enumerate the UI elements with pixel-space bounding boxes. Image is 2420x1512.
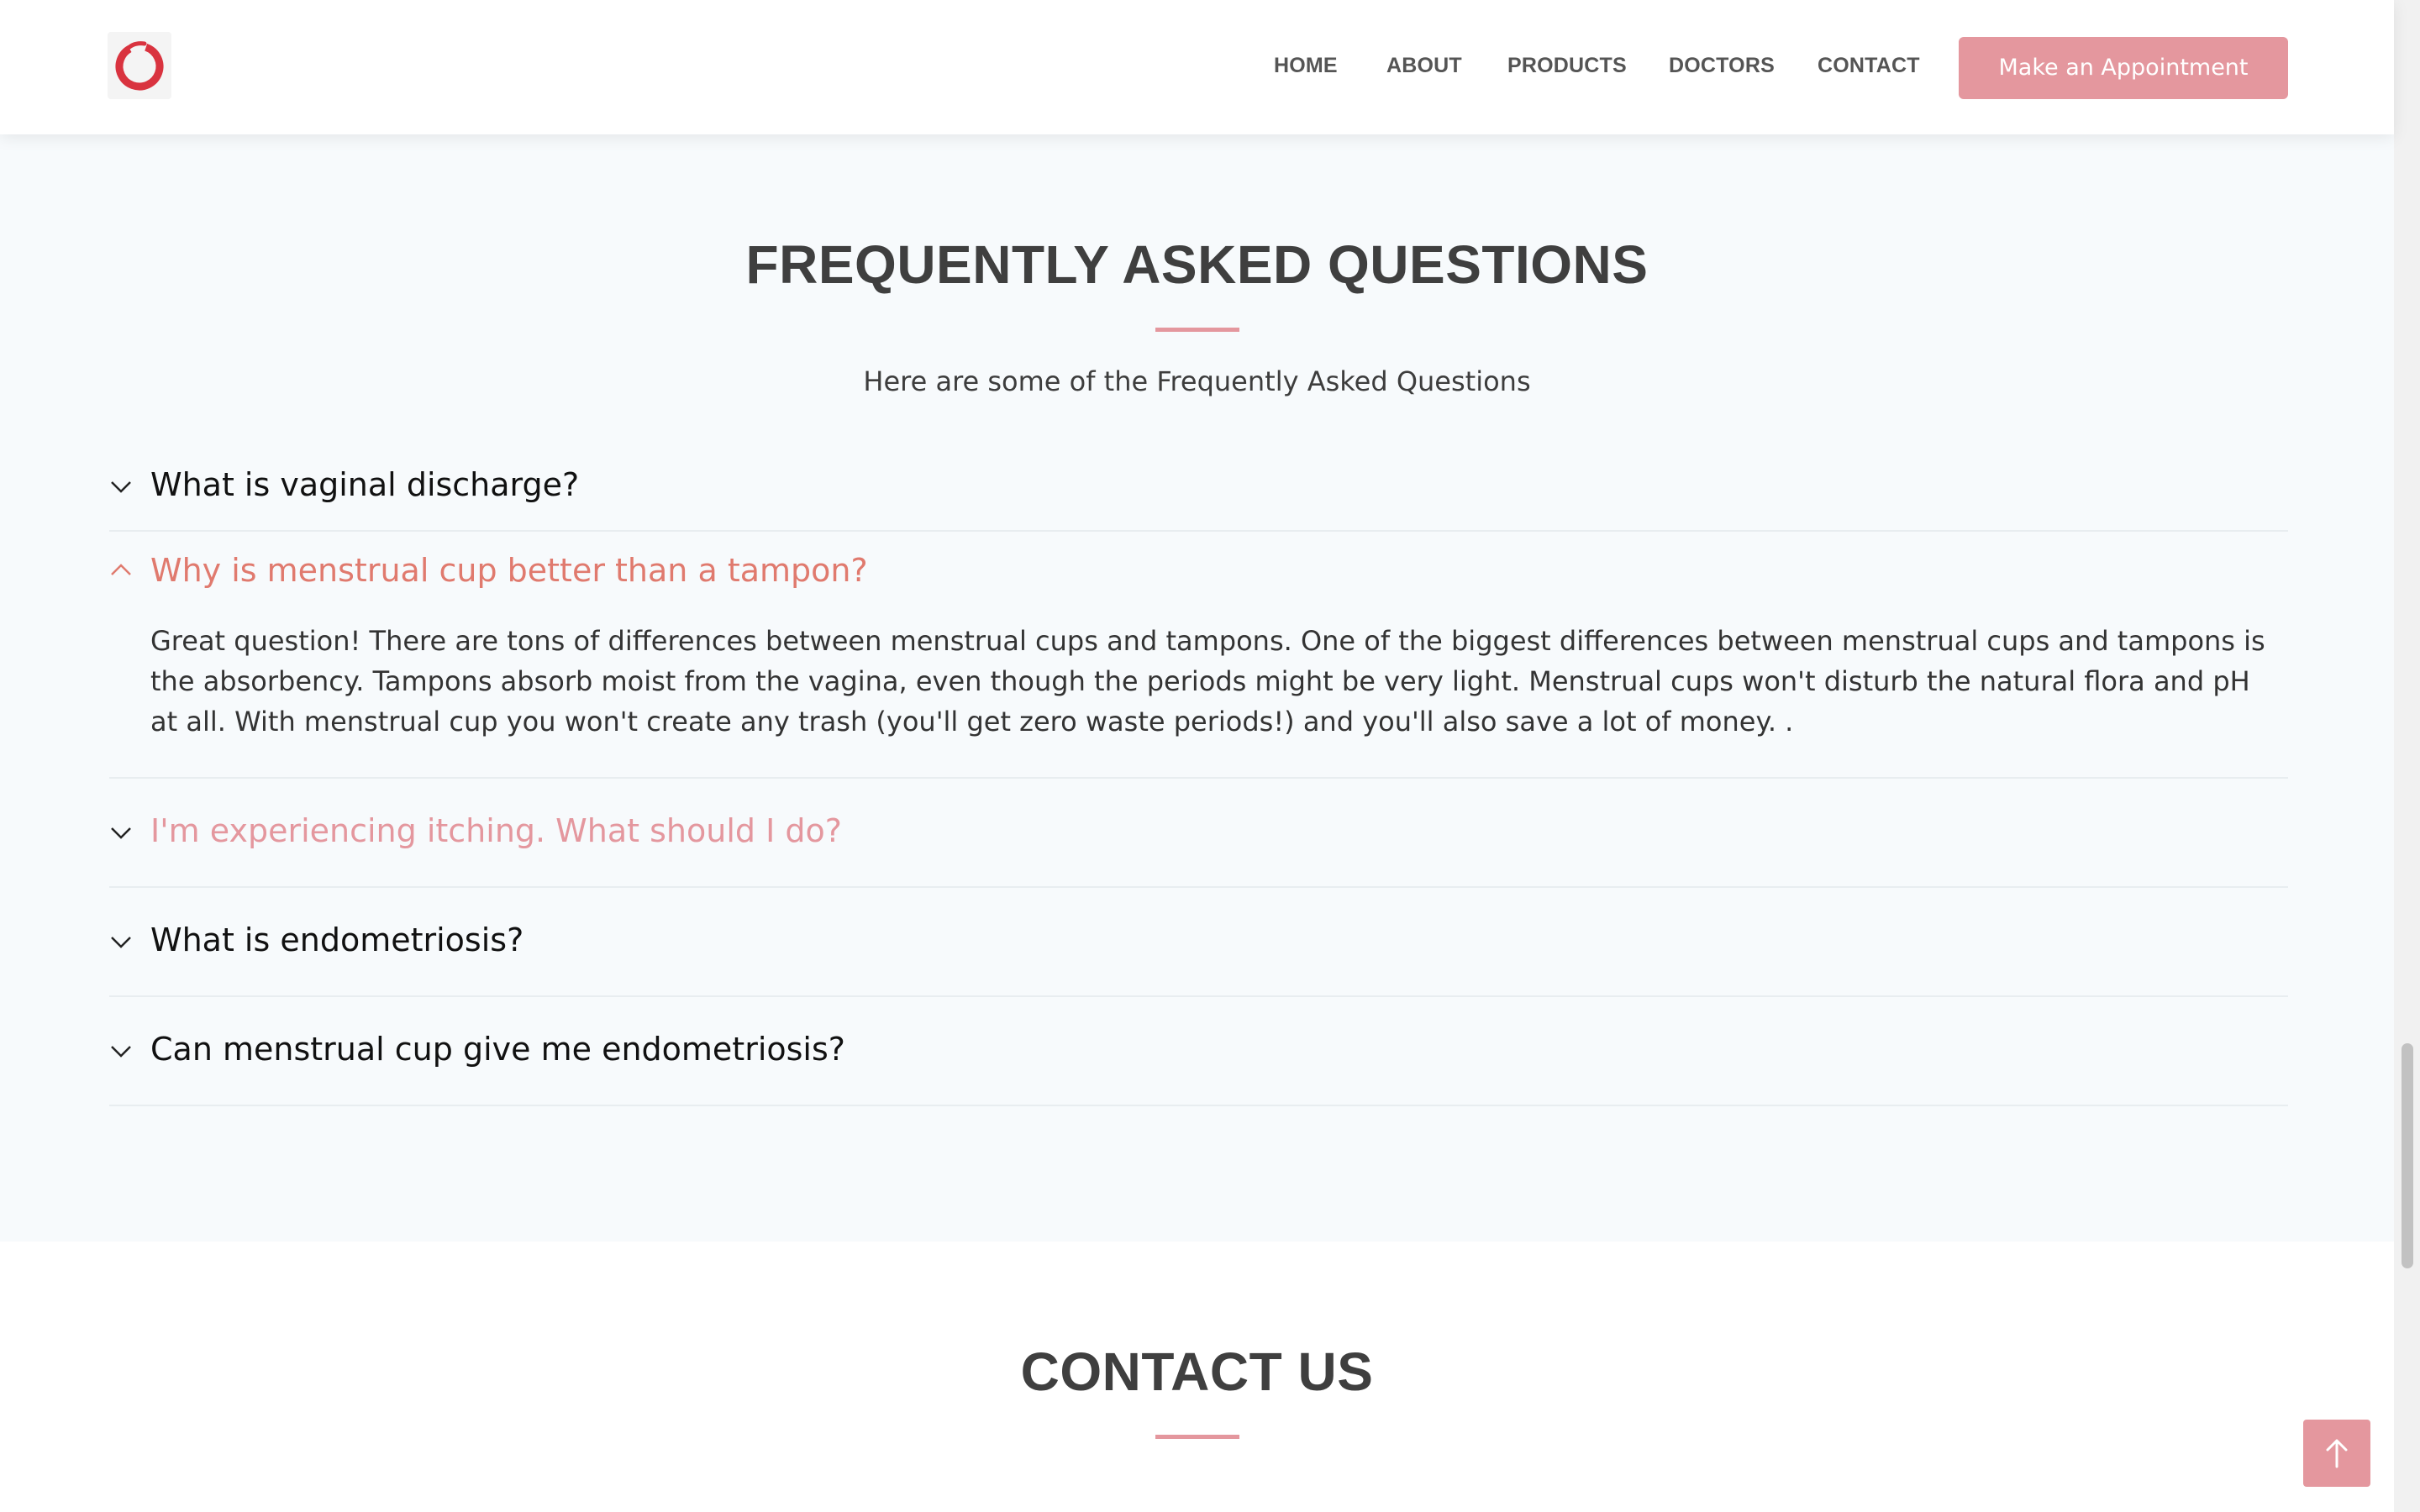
faq-answer: Great question! There are tons of differ… [150, 625, 2265, 738]
nav-about[interactable]: ABOUT [1386, 54, 1462, 78]
faq-question[interactable]: What is endometriosis? [150, 921, 523, 958]
contact-title-underline [1155, 1435, 1239, 1439]
faq-question[interactable]: Can menstrual cup give me endometriosis? [150, 1031, 845, 1068]
faq-question[interactable]: Why is menstrual cup better than a tampo… [150, 552, 868, 589]
site-header: HOME ABOUT PRODUCTS DOCTORS CONTACT Make… [0, 0, 2394, 134]
faq-item: What is vaginal discharge? [109, 446, 2288, 532]
faq-item: I'm experiencing itching. What should I … [109, 779, 2288, 888]
nav-products[interactable]: PRODUCTS [1507, 54, 1627, 78]
faq-question[interactable]: What is vaginal discharge? [150, 466, 579, 503]
faq-item: Can menstrual cup give me endometriosis? [109, 997, 2288, 1106]
faq-question[interactable]: I'm experiencing itching. What should I … [150, 812, 842, 849]
chevron-down-icon[interactable] [109, 1039, 133, 1063]
faq-title: FREQUENTLY ASKED QUESTIONS [745, 234, 1649, 295]
nav-doctors[interactable]: DOCTORS [1669, 54, 1775, 78]
scrollbar-thumb[interactable] [2402, 1043, 2413, 1268]
back-to-top-button[interactable] [2303, 1420, 2370, 1487]
nav-contact[interactable]: CONTACT [1818, 54, 1920, 78]
faq-item-expanded: Why is menstrual cup better than a tampo… [109, 532, 2288, 779]
page-scrollbar[interactable] [2394, 0, 2420, 1512]
nav-home[interactable]: HOME [1274, 54, 1338, 78]
contact-title: CONTACT US [1020, 1341, 1374, 1402]
faq-subtitle: Here are some of the Frequently Asked Qu… [863, 365, 1531, 397]
make-appointment-button[interactable]: Make an Appointment [1959, 37, 2288, 99]
faq-item: What is endometriosis? [109, 888, 2288, 997]
contact-section: CONTACT US [0, 1242, 2394, 1512]
chevron-down-icon[interactable] [109, 821, 133, 844]
chevron-up-icon[interactable] [109, 559, 133, 582]
faq-title-underline [1155, 328, 1239, 332]
arrow-up-icon [2326, 1439, 2348, 1468]
chevron-down-icon[interactable] [109, 475, 133, 498]
faq-section: FREQUENTLY ASKED QUESTIONS Here are some… [0, 134, 2394, 1242]
chevron-down-icon[interactable] [109, 930, 133, 953]
